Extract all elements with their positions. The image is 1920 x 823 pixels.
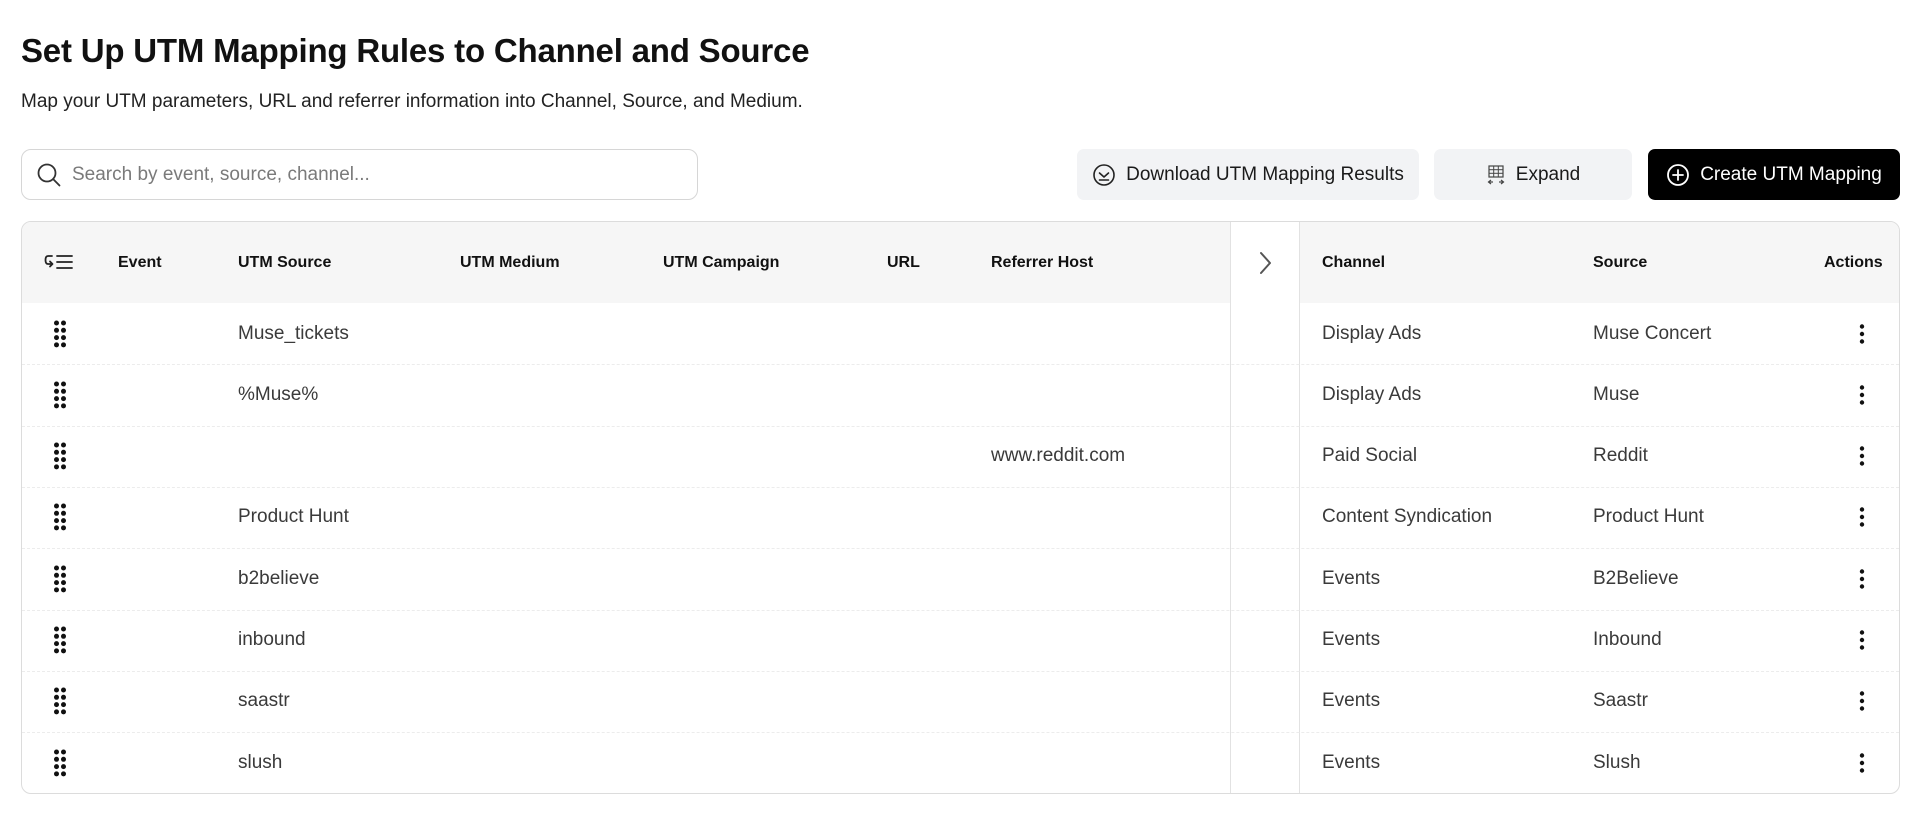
- table-row[interactable]: saastr Events Saastr: [22, 671, 1899, 732]
- cell-source: B2Believe: [1593, 567, 1679, 589]
- drag-handle-icon[interactable]: [50, 732, 70, 793]
- download-button-label: Download UTM Mapping Results: [1126, 163, 1404, 185]
- row-actions-kebab-icon[interactable]: [1854, 671, 1870, 732]
- create-utm-mapping-button[interactable]: Create UTM Mapping: [1648, 149, 1900, 200]
- cell-source: Slush: [1593, 751, 1641, 773]
- download-circle-icon: [1092, 163, 1126, 187]
- table-row[interactable]: b2believe Events B2Believe: [22, 548, 1899, 609]
- header-utm-medium[interactable]: UTM Medium: [460, 222, 560, 303]
- header-source[interactable]: Source: [1593, 222, 1647, 303]
- header-utm-campaign[interactable]: UTM Campaign: [663, 222, 779, 303]
- expand-columns-chevron-button[interactable]: [1231, 222, 1299, 303]
- header-actions: Actions: [1824, 253, 1883, 271]
- drag-handle-icon[interactable]: [50, 671, 70, 732]
- cell-utm-source: Muse_tickets: [238, 322, 349, 344]
- cell-source: Inbound: [1593, 629, 1662, 650]
- row-actions-kebab-icon[interactable]: [1854, 487, 1870, 548]
- row-actions-kebab-icon[interactable]: [1854, 548, 1870, 609]
- header-event[interactable]: Event: [118, 222, 162, 303]
- drag-handle-icon[interactable]: [50, 303, 70, 364]
- expand-button-label: Expand: [1515, 163, 1581, 185]
- cell-utm-source: inbound: [238, 629, 306, 650]
- search-box[interactable]: [21, 149, 698, 200]
- search-input[interactable]: [72, 163, 672, 186]
- table-row[interactable]: %Muse% Display Ads Muse: [22, 364, 1899, 425]
- table-row[interactable]: Product Hunt Content Syndication Product H…: [22, 487, 1899, 548]
- cell-channel: Events: [1322, 751, 1381, 773]
- cell-utm-source: b2believe: [238, 567, 320, 589]
- expand-columns-icon: [1486, 164, 1516, 186]
- utm-mapping-table: Event UTM Source UTM Medium UTM Campaign…: [21, 221, 1900, 794]
- cell-channel: Display Ads: [1322, 322, 1422, 344]
- search-icon: [36, 162, 62, 188]
- table-header: Event UTM Source UTM Medium UTM Campaign…: [22, 222, 1899, 303]
- row-actions-kebab-icon[interactable]: [1854, 303, 1870, 364]
- cell-utm-source: %Muse%: [238, 383, 319, 405]
- list-settings-icon: [44, 252, 74, 274]
- cell-utm-source: saastr: [238, 690, 290, 712]
- column-toggle-button[interactable]: [44, 222, 74, 303]
- cell-referrer-host: www.reddit.com: [991, 445, 1126, 467]
- expand-button[interactable]: Expand: [1434, 149, 1632, 200]
- row-actions-kebab-icon[interactable]: [1854, 732, 1870, 793]
- page-title: Set Up UTM Mapping Rules to Channel and …: [21, 32, 810, 69]
- row-actions-kebab-icon[interactable]: [1854, 426, 1870, 487]
- cell-source: Reddit: [1593, 445, 1648, 467]
- cell-source: Muse Concert: [1593, 322, 1712, 344]
- cell-source: Product Hunt: [1593, 506, 1704, 528]
- chevron-right-icon: [1257, 250, 1273, 276]
- cell-utm-source: slush: [238, 751, 283, 773]
- drag-handle-icon[interactable]: [50, 364, 70, 425]
- plus-circle-icon: [1666, 163, 1700, 187]
- table-row[interactable]: Muse_tickets Display Ads Muse Concert: [22, 303, 1899, 364]
- cell-channel: Content Syndication: [1322, 506, 1493, 528]
- table-row[interactable]: www.reddit.com Paid Social Reddit: [22, 426, 1899, 487]
- table-row[interactable]: slush Events Slush: [22, 732, 1899, 793]
- cell-channel: Events: [1322, 567, 1381, 589]
- cell-source: Muse: [1593, 383, 1640, 405]
- header-channel[interactable]: Channel: [1322, 222, 1385, 303]
- drag-handle-icon[interactable]: [50, 610, 70, 671]
- header-utm-source[interactable]: UTM Source: [238, 222, 331, 303]
- table-row[interactable]: inbound Events Inbound: [22, 610, 1899, 671]
- row-actions-kebab-icon[interactable]: [1854, 364, 1870, 425]
- header-url[interactable]: URL: [887, 222, 920, 303]
- header-referrer-host[interactable]: Referrer Host: [991, 222, 1093, 303]
- cell-source: Saastr: [1593, 690, 1648, 712]
- drag-handle-icon[interactable]: [50, 487, 70, 548]
- drag-handle-icon[interactable]: [50, 426, 70, 487]
- page-subtitle: Map your UTM parameters, URL and referre…: [21, 91, 803, 112]
- drag-handle-icon[interactable]: [50, 548, 70, 609]
- cell-utm-source: Product Hunt: [238, 506, 349, 528]
- cell-channel: Display Ads: [1322, 383, 1422, 405]
- create-button-label: Create UTM Mapping: [1700, 163, 1882, 185]
- row-actions-kebab-icon[interactable]: [1854, 610, 1870, 671]
- cell-channel: Paid Social: [1322, 445, 1418, 467]
- cell-channel: Events: [1322, 629, 1381, 650]
- cell-channel: Events: [1322, 690, 1381, 712]
- download-utm-mapping-results-button[interactable]: Download UTM Mapping Results: [1077, 149, 1419, 200]
